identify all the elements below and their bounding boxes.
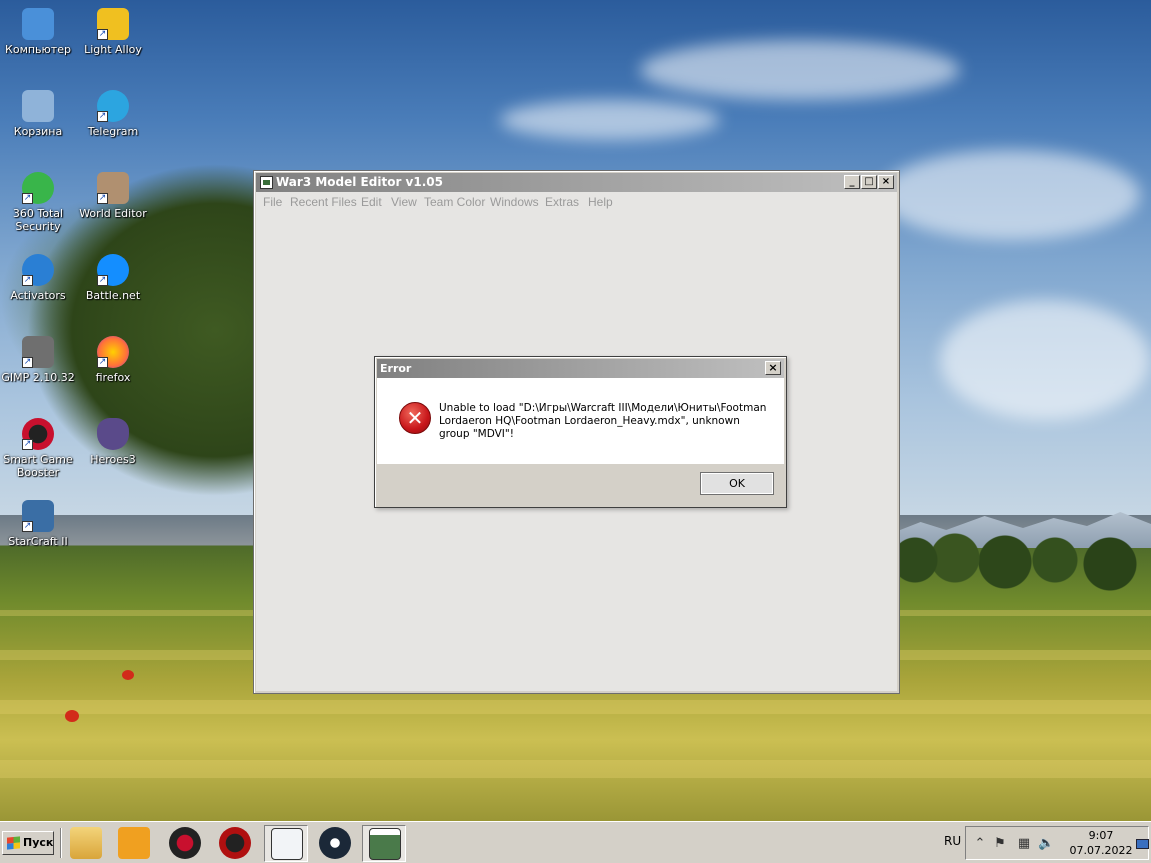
taskbar-game-booster[interactable]	[163, 825, 207, 862]
desktop-icon-label: Activators	[10, 289, 66, 302]
desktop-icon-computer[interactable]: Компьютер	[0, 8, 76, 56]
game-booster-icon	[169, 827, 201, 859]
dialog-titlebar[interactable]: Error ×	[377, 359, 784, 378]
app-icon	[260, 176, 273, 189]
windows-flag-icon	[7, 836, 20, 850]
menu-windows[interactable]: Windows	[490, 195, 539, 209]
desktop-icon-label: firefox	[95, 371, 131, 384]
menu-recent-files[interactable]: Recent Files	[290, 195, 357, 209]
dialog-title: Error	[380, 362, 412, 375]
start-button[interactable]: Пуск	[2, 831, 54, 855]
taskbar-media-player[interactable]	[112, 825, 156, 862]
desktop-icon-smart-game-booster[interactable]: ↗ Smart Game Booster	[0, 418, 76, 479]
desktop-icon-recycle-bin[interactable]: Корзина	[0, 90, 76, 138]
start-label: Пуск	[23, 836, 54, 849]
error-dialog[interactable]: Error × ✕ Unable to load "D:\Игры\Warcra…	[374, 356, 787, 508]
desktop-icon-label: World Editor	[79, 207, 147, 220]
clock-time[interactable]: 9:07	[1066, 829, 1136, 842]
desktop-icon-telegram[interactable]: ↗ Telegram	[75, 90, 151, 138]
taskbar-war3-model-editor[interactable]	[362, 825, 406, 862]
action-center-icon[interactable]: ⚑	[992, 836, 1008, 852]
clock-date[interactable]: 07.07.2022	[1066, 844, 1136, 857]
desktop-icon-label: Battle.net	[85, 289, 141, 302]
taskbar-razer-cortex[interactable]	[213, 825, 257, 862]
telegram-icon: ↗	[97, 90, 129, 122]
desktop-icon-label: 360 Total Security	[12, 207, 64, 233]
minimize-button[interactable]: _	[844, 175, 860, 189]
desktop-icon-360-security[interactable]: ↗ 360 Total Security	[0, 172, 76, 233]
desktop-icon-battle-net[interactable]: ↗ Battle.net	[75, 254, 151, 302]
desktop-icon-label: Telegram	[87, 125, 139, 138]
gimp-icon: ↗	[22, 336, 54, 368]
menu-view[interactable]: View	[391, 195, 417, 209]
error-icon-symbol: ✕	[406, 406, 424, 430]
desktop-icon-label: GIMP 2.10.32	[1, 371, 75, 384]
desktop-icon-activators[interactable]: ↗ Activators	[0, 254, 76, 302]
computer-icon	[22, 8, 54, 40]
taskbar-steam[interactable]	[313, 825, 357, 862]
heroes3-icon	[97, 418, 129, 450]
media-player-icon	[118, 827, 150, 859]
desktop-icon-label: Light Alloy	[84, 43, 142, 56]
desktop-icon-label: Heroes3	[90, 453, 136, 466]
desktop-icon-light-alloy[interactable]: ↗ Light Alloy	[75, 8, 151, 56]
volume-icon[interactable]: 🔈	[1038, 836, 1054, 852]
desktop-icon-heroes3[interactable]: Heroes3	[75, 418, 151, 466]
menu-edit[interactable]: Edit	[361, 195, 382, 209]
close-button[interactable]: ×	[878, 175, 894, 189]
desktop-icon-starcraft[interactable]: ↗ StarCraft II	[0, 500, 76, 548]
desktop-icon-label: Smart Game Booster	[3, 453, 73, 479]
taskbar-notepad[interactable]	[264, 825, 308, 862]
desktop-icon-label: StarCraft II	[8, 535, 68, 548]
notepad-icon	[271, 828, 303, 860]
desktop-icon-world-editor[interactable]: ↗ World Editor	[75, 172, 151, 220]
menu-team-color[interactable]: Team Color	[424, 195, 485, 209]
dialog-body: ✕ Unable to load "D:\Игры\Warcraft III\М…	[377, 378, 784, 464]
menu-extras[interactable]: Extras	[545, 195, 579, 209]
error-icon: ✕	[399, 402, 431, 434]
menu-help[interactable]: Help	[588, 195, 613, 209]
taskbar: Пуск RU ⌃ ⚑ ▦ 🔈 9:07 07.07.2022	[0, 821, 1151, 863]
system-tray: ⌃ ⚑ ▦ 🔈 9:07 07.07.2022	[965, 826, 1149, 860]
menu-file[interactable]: File	[263, 195, 282, 209]
light-alloy-icon: ↗	[97, 8, 129, 40]
menu-bar: File Recent Files Edit View Team Color W…	[256, 192, 897, 211]
ok-button[interactable]: OK	[700, 472, 774, 495]
steam-icon	[319, 827, 351, 859]
game-booster-icon: ↗	[22, 418, 54, 450]
maximize-button[interactable]: □	[861, 175, 877, 189]
dialog-close-button[interactable]: ×	[765, 361, 781, 375]
battle-net-icon: ↗	[97, 254, 129, 286]
razer-cortex-icon	[219, 827, 251, 859]
firefox-icon: ↗	[97, 336, 129, 368]
treeline	[895, 530, 1151, 592]
recycle-bin-icon	[22, 90, 54, 122]
window-titlebar[interactable]: War3 Model Editor v1.05 _ □ ×	[256, 173, 897, 192]
chevron-up-icon[interactable]: ⌃	[972, 836, 988, 852]
network-icon[interactable]: ▦	[1016, 836, 1032, 852]
desktop-icon-gimp[interactable]: ↗ GIMP 2.10.32	[0, 336, 76, 384]
language-indicator[interactable]: RU	[944, 834, 961, 848]
360-security-icon: ↗	[22, 172, 54, 204]
desktop-icon-label: Компьютер	[5, 43, 71, 56]
explorer-icon	[70, 827, 102, 859]
window-title: War3 Model Editor v1.05	[276, 175, 443, 189]
starcraft-icon: ↗	[22, 500, 54, 532]
desktop-icon-firefox[interactable]: ↗ firefox	[75, 336, 151, 384]
world-editor-icon: ↗	[97, 172, 129, 204]
activators-icon: ↗	[22, 254, 54, 286]
war3-model-editor-icon	[369, 828, 401, 860]
error-message: Unable to load "D:\Игры\Warcraft III\Мод…	[439, 402, 767, 440]
desktop-icon-label: Корзина	[13, 125, 63, 138]
taskbar-explorer[interactable]	[64, 825, 108, 862]
show-desktop-icon[interactable]	[1136, 839, 1149, 849]
